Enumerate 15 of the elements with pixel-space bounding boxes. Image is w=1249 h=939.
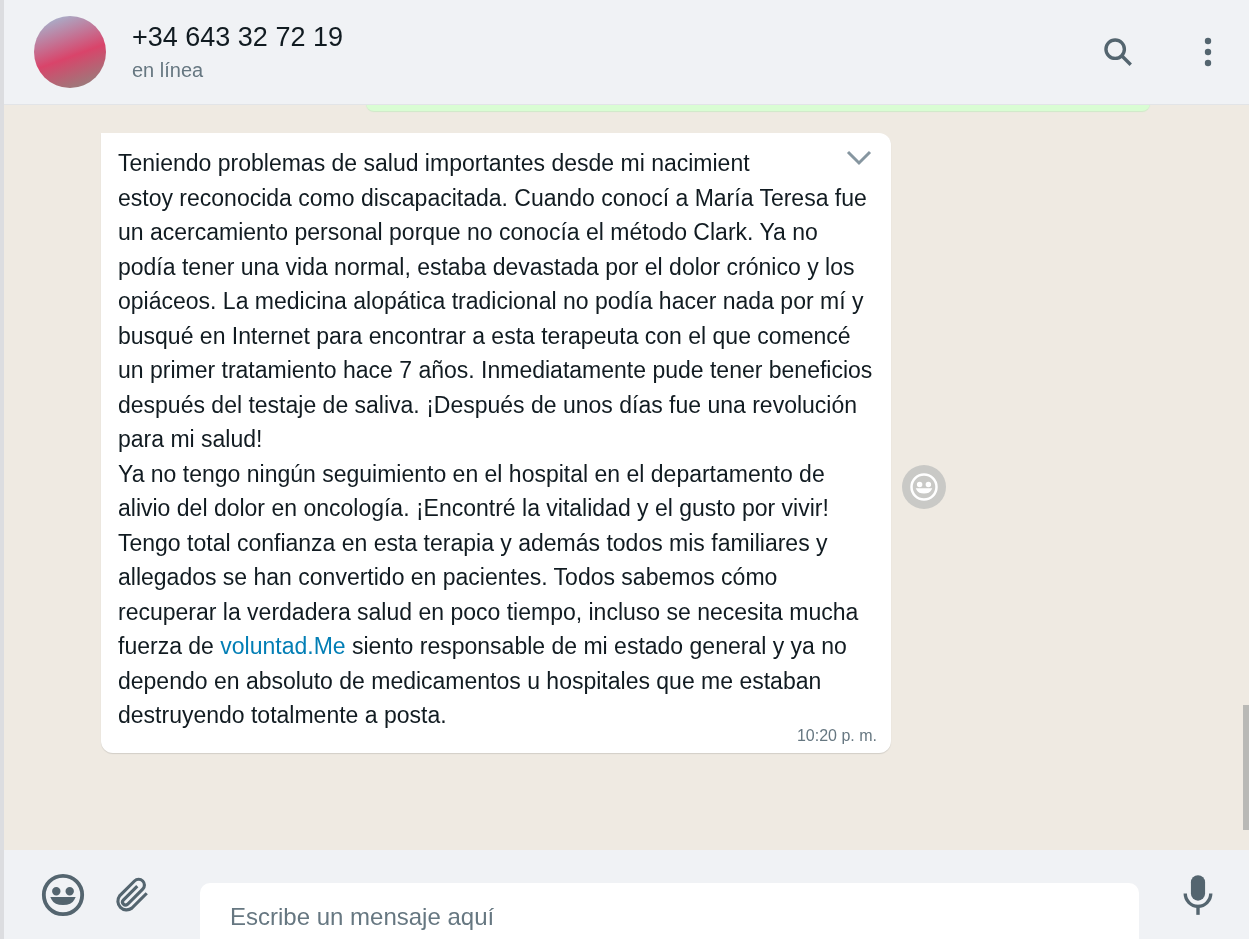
microphone-icon [1181,872,1215,917]
message-link[interactable]: voluntad.Me [220,633,346,659]
message-input[interactable]: Escribe un mensaje aquí [200,882,1139,939]
search-icon [1101,35,1135,69]
contact-name: +34 643 32 72 19 [132,22,344,53]
message-text: Ya no tengo ningún seguimiento en el hospital en el departamento de alivio del dolor en oncología. ¡Encontré la vitalidad y el gusto por vivir! [118,459,830,523]
smiley-icon [40,871,86,918]
contact-status: en línea [132,59,205,82]
message-text: Teniendo problemas de salud importantes desde mi nacimient [118,149,751,178]
message-text: Tengo total confianza en esta terapia y además todos mis familiares y allegados se han convertido en pacientes. Todos sabemos cómo recuperar la verdadera salud en poco tiempo, incluso se necesita mucha fuerza de voluntad.Me siento responsable de mi estado general y ya no dependo en absoluto de medicamentos u hospitales que me estaban destruyendo totalmente a posta. [118,528,860,729]
message-time: 10:20 p. m. [795,726,877,745]
chevron-down-icon [845,149,873,167]
message-menu-button[interactable] [845,149,873,167]
message-text: estoy reconocida como discapacitada. Cuando conocí a María Teresa fue un acercamiento personal porque no conocía el método Clark. Ya no podía tener una vida normal, estaba devastada por el dolor crónico y los opiáceos. La medicina alopática tradicional no podía hacer nada por mí y busqué en Internet para encontrar a esta terapeuta con el que comencé un primer tratamiento hace 7 años. Inmediatamente pude tener beneficios después del testaje de saliva. ¡Después de unos días fue una revolución para mi salud! [118,183,874,454]
menu-icon [1203,37,1213,67]
